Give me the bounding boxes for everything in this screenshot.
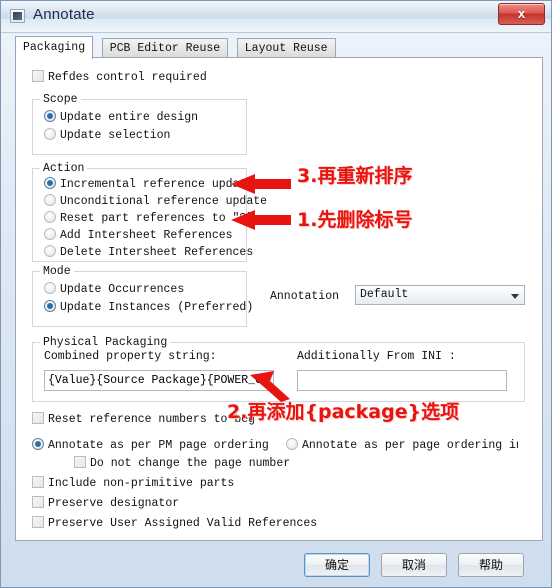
reset-reference-numbers-row[interactable]: Reset reference numbers to beg [32,411,255,428]
scope-label-entire-design: Update entire design [60,111,199,124]
packaging-panel: Refdes control required Scope Update ent… [15,57,543,541]
mode-option-update-occurrences[interactable]: Update Occurrences [44,281,184,298]
action-label-add-intersheet: Add Intersheet References [60,229,233,242]
scope-group: Scope Update entire design Update select… [32,93,247,155]
chevron-down-icon [511,294,519,299]
refdes-control-required-label: Refdes control required [48,71,207,84]
preserve-user-assigned-label: Preserve User Assigned Valid References [48,517,318,530]
do-not-change-page-number-checkbox[interactable] [74,456,86,468]
action-option-unconditional[interactable]: Unconditional reference update [44,193,267,210]
title-bar: Annotate x [1,1,551,33]
tab-pcb-editor-reuse[interactable]: PCB Editor Reuse [101,38,229,59]
action-radio-reset-part-references[interactable] [44,211,56,223]
additionally-from-ini-label: Additionally From INI : [297,350,456,363]
action-label-unconditional: Unconditional reference update [60,195,268,208]
combined-property-string-label: Combined property string: [44,350,217,363]
mode-radio-update-instances[interactable] [44,300,56,312]
refdes-control-required-row[interactable]: Refdes control required [32,69,207,86]
action-option-incremental[interactable]: Incremental reference update [44,176,253,193]
preserve-user-assigned-checkbox[interactable] [32,516,44,528]
combined-property-string-input[interactable] [44,370,274,391]
annotate-title-block-page-ordering-label: Annotate as per page ordering in the ti [302,439,518,452]
mode-group: Mode Update Occurrences Update Instances… [32,265,253,327]
mode-label-update-instances: Update Instances (Preferred) [60,301,254,314]
action-option-delete-intersheet[interactable]: Delete Intersheet References [44,244,253,261]
preserve-user-assigned-row[interactable]: Preserve User Assigned Valid References [32,515,317,532]
include-non-primitive-parts-label: Include non-primitive parts [48,477,235,490]
action-option-add-intersheet[interactable]: Add Intersheet References [44,227,233,244]
scope-label-update-selection: Update selection [60,129,171,142]
annotate-title-block-page-ordering-radio[interactable] [286,438,298,450]
annotation-dropdown-value: Default [360,288,409,301]
action-radio-incremental[interactable] [44,177,56,189]
mode-legend: Mode [40,265,74,278]
physical-packaging-legend: Physical Packaging [40,336,171,349]
physical-packaging-group: Physical Packaging Combined property str… [32,336,525,402]
preserve-designator-row[interactable]: Preserve designator [32,495,179,512]
action-legend: Action [40,162,88,175]
mode-label-update-occurrences: Update Occurrences [60,283,185,296]
tab-strip: Packaging PCB Editor Reuse Layout Reuse [15,36,338,59]
cancel-button[interactable]: 取消 [381,553,447,577]
include-non-primitive-parts-row[interactable]: Include non-primitive parts [32,475,234,492]
dialog-client-area: Packaging PCB Editor Reuse Layout Reuse … [9,34,543,543]
action-radio-unconditional[interactable] [44,194,56,206]
annotation-dropdown[interactable]: Default [355,285,525,305]
annotate-pm-page-ordering-row[interactable]: Annotate as per PM page ordering [32,437,269,454]
action-label-incremental: Incremental reference update [60,178,254,191]
tab-layout-reuse[interactable]: Layout Reuse [236,38,336,59]
do-not-change-page-number-row[interactable]: Do not change the page number [74,455,290,472]
scope-legend: Scope [40,93,81,106]
annotate-dialog-window: Annotate x Packaging PCB Editor Reuse La… [0,0,552,588]
annotation-label: Annotation [270,290,340,303]
annotate-pm-page-ordering-radio[interactable] [32,438,44,450]
preserve-designator-label: Preserve designator [48,497,180,510]
scope-option-update-selection[interactable]: Update selection [44,127,170,144]
mode-option-update-instances[interactable]: Update Instances (Preferred) [44,299,253,316]
do-not-change-page-number-label: Do not change the page number [90,457,291,470]
action-label-reset-part-references: Reset part references to "?" [60,212,254,225]
window-title: Annotate [33,6,95,23]
preserve-designator-checkbox[interactable] [32,496,44,508]
app-window-icon [10,9,25,23]
close-button[interactable]: x [498,3,545,25]
action-radio-delete-intersheet[interactable] [44,245,56,257]
reset-reference-numbers-label: Reset reference numbers to beg [48,413,256,426]
additionally-from-ini-input[interactable] [297,370,507,391]
reset-reference-numbers-checkbox[interactable] [32,412,44,424]
ok-button[interactable]: 确定 [304,553,370,577]
action-group: Action Incremental reference update Unco… [32,162,267,262]
annotate-pm-page-ordering-label: Annotate as per PM page ordering [48,439,269,452]
help-button[interactable]: 帮助 [458,553,524,577]
action-label-delete-intersheet: Delete Intersheet References [60,246,254,259]
scope-option-update-entire-design[interactable]: Update entire design [44,109,198,126]
tab-packaging[interactable]: Packaging [15,36,94,59]
refdes-control-required-checkbox[interactable] [32,70,44,82]
include-non-primitive-parts-checkbox[interactable] [32,476,44,488]
action-radio-add-intersheet[interactable] [44,228,56,240]
close-icon: x [517,6,526,21]
mode-radio-update-occurrences[interactable] [44,282,56,294]
annotate-title-block-page-ordering-row[interactable]: Annotate as per page ordering in the ti [286,437,518,454]
dialog-button-bar: 确定 取消 帮助 [1,543,551,587]
scope-radio-entire-design[interactable] [44,110,56,122]
scope-radio-update-selection[interactable] [44,128,56,140]
action-option-reset-part-references[interactable]: Reset part references to "?" [44,210,253,227]
